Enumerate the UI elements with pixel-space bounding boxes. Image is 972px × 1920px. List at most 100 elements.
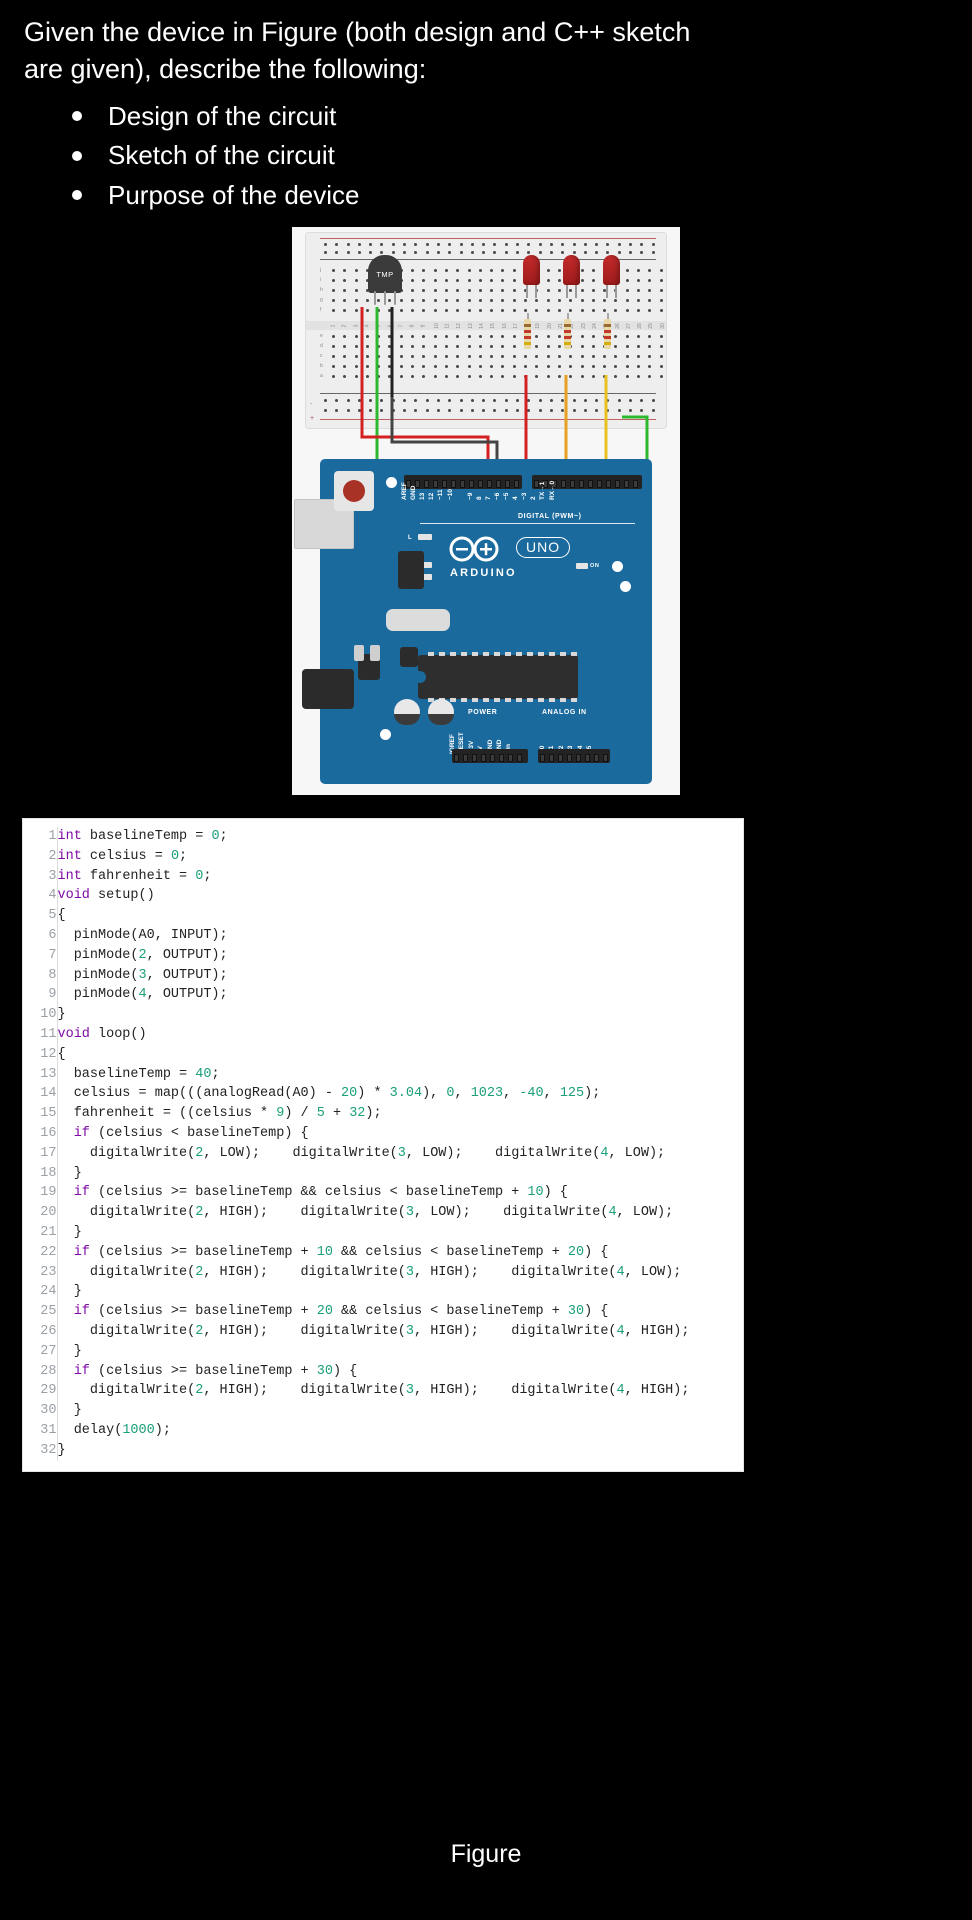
- code-block: 1 int baselineTemp = 0; 2 int celsius = 0; 3…: [22, 818, 744, 1472]
- breadboard-column-number: 29: [648, 323, 655, 329]
- breadboard-hole: [436, 243, 440, 247]
- breadboard-hole: [482, 243, 486, 247]
- breadboard-hole: [388, 365, 392, 369]
- breadboard-hole: [388, 355, 392, 359]
- header-pin[interactable]: [451, 480, 456, 489]
- list-item: Purpose of the device: [24, 176, 948, 216]
- code-line-number: 24: [23, 1282, 58, 1303]
- header-pin[interactable]: [615, 480, 620, 489]
- breadboard-hole: [637, 355, 641, 359]
- header-pin[interactable]: [576, 754, 581, 763]
- header-pin[interactable]: [585, 754, 590, 763]
- led-red-3: [603, 255, 620, 286]
- header-pin[interactable]: [549, 754, 554, 763]
- breadboard-hole: [324, 399, 327, 403]
- breadboard-hole: [546, 335, 550, 339]
- header-pin[interactable]: [487, 480, 492, 489]
- breadboard-hole: [591, 345, 595, 349]
- breadboard-hole: [478, 279, 482, 283]
- breadboard-hole: [436, 399, 440, 403]
- breadboard-hole: [557, 375, 561, 379]
- header-pin[interactable]: [597, 480, 602, 489]
- breadboard-hole: [557, 355, 561, 359]
- code-line: 11 void loop(): [23, 1024, 743, 1045]
- chip-pin: [560, 652, 566, 657]
- header-pin[interactable]: [514, 480, 519, 489]
- breadboard-hole: [459, 409, 463, 413]
- breadboard-hole: [377, 375, 381, 379]
- header-pin[interactable]: [490, 754, 495, 763]
- header-pin[interactable]: [472, 754, 477, 763]
- digital-pin-label: AREF: [401, 482, 408, 501]
- header-pin[interactable]: [561, 480, 566, 489]
- analog-header[interactable]: [538, 749, 610, 764]
- header-pin[interactable]: [505, 480, 510, 489]
- breadboard-hole: [444, 345, 448, 349]
- header-pin[interactable]: [454, 754, 459, 763]
- potentiometer-1[interactable]: [394, 699, 420, 726]
- header-pin[interactable]: [508, 754, 513, 763]
- header-pin[interactable]: [594, 754, 599, 763]
- reset-button-cap[interactable]: [343, 480, 365, 503]
- reset-button[interactable]: [334, 471, 374, 512]
- power-header[interactable]: [452, 749, 528, 764]
- header-pin[interactable]: [424, 480, 429, 489]
- breadboard-hole: [433, 365, 437, 369]
- breadboard-hole: [444, 355, 448, 359]
- header-pin[interactable]: [579, 480, 584, 489]
- header-pin[interactable]: [570, 480, 575, 489]
- header-pin[interactable]: [603, 754, 608, 763]
- breadboard-hole: [535, 345, 539, 349]
- breadboard-hole: [538, 251, 542, 255]
- header-pin[interactable]: [442, 480, 447, 489]
- digital-header-left[interactable]: [404, 475, 522, 490]
- breadboard-hole: [595, 251, 599, 255]
- breadboard-hole: [354, 345, 358, 349]
- chip-pin: [472, 652, 478, 657]
- code-line-number: 7: [23, 945, 58, 966]
- breadboard-hole: [629, 409, 633, 413]
- breadboard-hole: [493, 409, 497, 413]
- header-pin[interactable]: [624, 480, 629, 489]
- breadboard-hole: [580, 335, 584, 339]
- header-pin[interactable]: [469, 480, 474, 489]
- breadboard-hole: [425, 409, 429, 413]
- header-pin[interactable]: [460, 480, 465, 489]
- code-line-number: 4: [23, 886, 58, 907]
- breadboard-hole: [659, 365, 663, 369]
- header-pin[interactable]: [496, 480, 501, 489]
- breadboard-hole: [512, 365, 516, 369]
- breadboard-hole: [448, 243, 452, 247]
- breadboard-hole: [414, 409, 418, 413]
- breadboard-column-number: 4: [364, 324, 371, 328]
- potentiometer-2[interactable]: [428, 699, 454, 726]
- breadboard-hole: [444, 289, 448, 293]
- breadboard-hole: [524, 299, 528, 303]
- led-red-2: [563, 255, 580, 286]
- header-pin[interactable]: [463, 754, 468, 763]
- breadboard-hole: [403, 409, 407, 413]
- header-pin[interactable]: [433, 480, 438, 489]
- header-pin[interactable]: [478, 480, 483, 489]
- capacitor-2: [370, 645, 380, 662]
- breadboard-hole: [501, 269, 505, 273]
- breadboard-hole: [391, 251, 395, 255]
- breadboard-hole: [591, 309, 595, 313]
- header-pin[interactable]: [481, 754, 486, 763]
- header-pin[interactable]: [558, 754, 563, 763]
- header-pin[interactable]: [540, 754, 545, 763]
- analog-section-label: ANALOG IN: [542, 709, 587, 717]
- breadboard-hole: [478, 299, 482, 303]
- header-pin[interactable]: [633, 480, 638, 489]
- breadboard-hole: [343, 355, 347, 359]
- led-l-indicator: [418, 534, 432, 541]
- header-pin[interactable]: [499, 754, 504, 763]
- header-pin[interactable]: [588, 480, 593, 489]
- header-pin[interactable]: [606, 480, 611, 489]
- breadboard-row-letter: j: [320, 267, 322, 274]
- code-line-source: if (celsius >= baselineTemp + 10 && cels…: [73, 1244, 609, 1260]
- header-pin[interactable]: [517, 754, 522, 763]
- digital-pin-label: 7: [484, 496, 492, 501]
- header-pin[interactable]: [567, 754, 572, 763]
- breadboard-hole: [557, 335, 561, 339]
